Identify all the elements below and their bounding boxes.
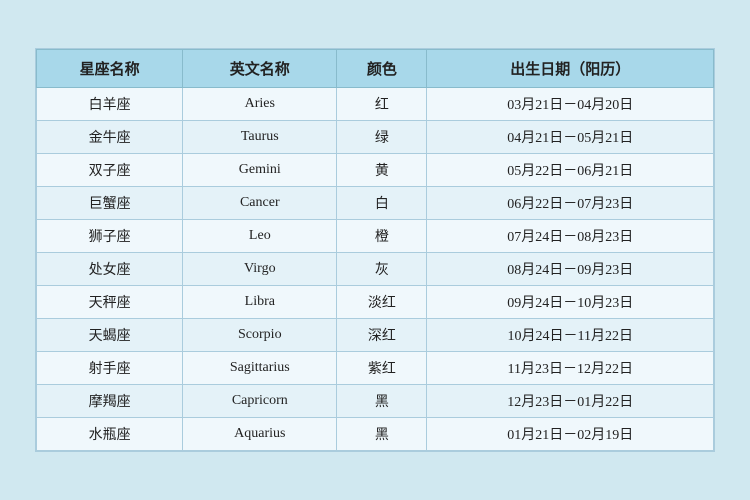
cell-english: Leo: [183, 220, 337, 253]
table-row: 水瓶座Aquarius黑01月21日－02月19日: [37, 418, 714, 451]
cell-dates: 10月24日－11月22日: [427, 319, 714, 352]
cell-chinese: 巨蟹座: [37, 187, 183, 220]
cell-chinese: 金牛座: [37, 121, 183, 154]
table-body: 白羊座Aries红03月21日－04月20日金牛座Taurus绿04月21日－0…: [37, 88, 714, 451]
cell-chinese: 摩羯座: [37, 385, 183, 418]
header-chinese-name: 星座名称: [37, 50, 183, 88]
cell-chinese: 白羊座: [37, 88, 183, 121]
table-row: 金牛座Taurus绿04月21日－05月21日: [37, 121, 714, 154]
cell-color: 灰: [337, 253, 427, 286]
table-row: 狮子座Leo橙07月24日－08月23日: [37, 220, 714, 253]
cell-color: 红: [337, 88, 427, 121]
table-row: 天秤座Libra淡红09月24日－10月23日: [37, 286, 714, 319]
cell-chinese: 双子座: [37, 154, 183, 187]
cell-color: 淡红: [337, 286, 427, 319]
cell-dates: 11月23日－12月22日: [427, 352, 714, 385]
cell-english: Sagittarius: [183, 352, 337, 385]
zodiac-table-container: 星座名称 英文名称 颜色 出生日期（阳历） 白羊座Aries红03月21日－04…: [35, 48, 715, 452]
cell-english: Virgo: [183, 253, 337, 286]
table-row: 射手座Sagittarius紫红11月23日－12月22日: [37, 352, 714, 385]
cell-english: Aquarius: [183, 418, 337, 451]
cell-english: Taurus: [183, 121, 337, 154]
table-row: 双子座Gemini黄05月22日－06月21日: [37, 154, 714, 187]
cell-dates: 05月22日－06月21日: [427, 154, 714, 187]
table-row: 处女座Virgo灰08月24日－09月23日: [37, 253, 714, 286]
cell-dates: 04月21日－05月21日: [427, 121, 714, 154]
cell-color: 绿: [337, 121, 427, 154]
table-row: 巨蟹座Cancer白06月22日－07月23日: [37, 187, 714, 220]
cell-chinese: 天秤座: [37, 286, 183, 319]
cell-dates: 08月24日－09月23日: [427, 253, 714, 286]
cell-color: 橙: [337, 220, 427, 253]
cell-color: 黑: [337, 418, 427, 451]
cell-color: 白: [337, 187, 427, 220]
header-english-name: 英文名称: [183, 50, 337, 88]
header-color: 颜色: [337, 50, 427, 88]
cell-dates: 12月23日－01月22日: [427, 385, 714, 418]
cell-english: Aries: [183, 88, 337, 121]
cell-dates: 01月21日－02月19日: [427, 418, 714, 451]
cell-chinese: 射手座: [37, 352, 183, 385]
table-row: 天蝎座Scorpio深红10月24日－11月22日: [37, 319, 714, 352]
cell-english: Capricorn: [183, 385, 337, 418]
cell-dates: 06月22日－07月23日: [427, 187, 714, 220]
table-row: 白羊座Aries红03月21日－04月20日: [37, 88, 714, 121]
cell-color: 黄: [337, 154, 427, 187]
table-header-row: 星座名称 英文名称 颜色 出生日期（阳历）: [37, 50, 714, 88]
cell-chinese: 狮子座: [37, 220, 183, 253]
cell-dates: 03月21日－04月20日: [427, 88, 714, 121]
zodiac-table: 星座名称 英文名称 颜色 出生日期（阳历） 白羊座Aries红03月21日－04…: [36, 49, 714, 451]
cell-english: Scorpio: [183, 319, 337, 352]
header-dates: 出生日期（阳历）: [427, 50, 714, 88]
cell-dates: 07月24日－08月23日: [427, 220, 714, 253]
cell-english: Cancer: [183, 187, 337, 220]
table-row: 摩羯座Capricorn黑12月23日－01月22日: [37, 385, 714, 418]
cell-color: 深红: [337, 319, 427, 352]
cell-dates: 09月24日－10月23日: [427, 286, 714, 319]
cell-english: Libra: [183, 286, 337, 319]
cell-chinese: 处女座: [37, 253, 183, 286]
cell-color: 紫红: [337, 352, 427, 385]
cell-chinese: 天蝎座: [37, 319, 183, 352]
cell-color: 黑: [337, 385, 427, 418]
cell-english: Gemini: [183, 154, 337, 187]
cell-chinese: 水瓶座: [37, 418, 183, 451]
